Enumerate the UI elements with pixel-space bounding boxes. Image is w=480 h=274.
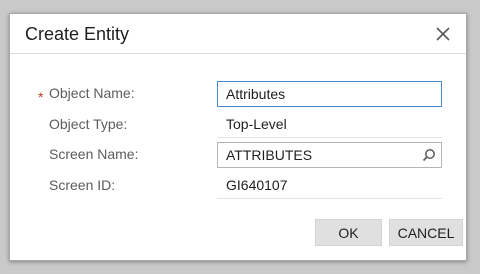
dialog-header: Create Entity [10,14,466,54]
object-type-value: Top-Level [226,116,287,132]
create-entity-dialog: Create Entity * Object Name: Object Type… [9,13,467,261]
required-marker: * [38,89,44,105]
screen-name-label: Screen Name: [49,146,139,162]
ok-button[interactable]: OK [315,219,382,246]
screen-id-value: GI640107 [226,177,288,193]
screen-name-value: ATTRIBUTES [226,147,313,163]
screen-name-selector[interactable]: ATTRIBUTES [217,142,442,168]
dialog-title: Create Entity [25,24,130,44]
object-type-label: Object Type: [49,116,128,132]
screen-id-label: Screen ID: [49,177,116,193]
object-name-label: Object Name: [49,85,135,101]
close-icon[interactable] [434,25,452,43]
cancel-button[interactable]: CANCEL [389,219,463,246]
object-name-input[interactable] [217,81,442,107]
search-icon[interactable] [422,148,436,162]
object-type-underline [217,137,442,138]
screen-id-underline [217,198,442,199]
